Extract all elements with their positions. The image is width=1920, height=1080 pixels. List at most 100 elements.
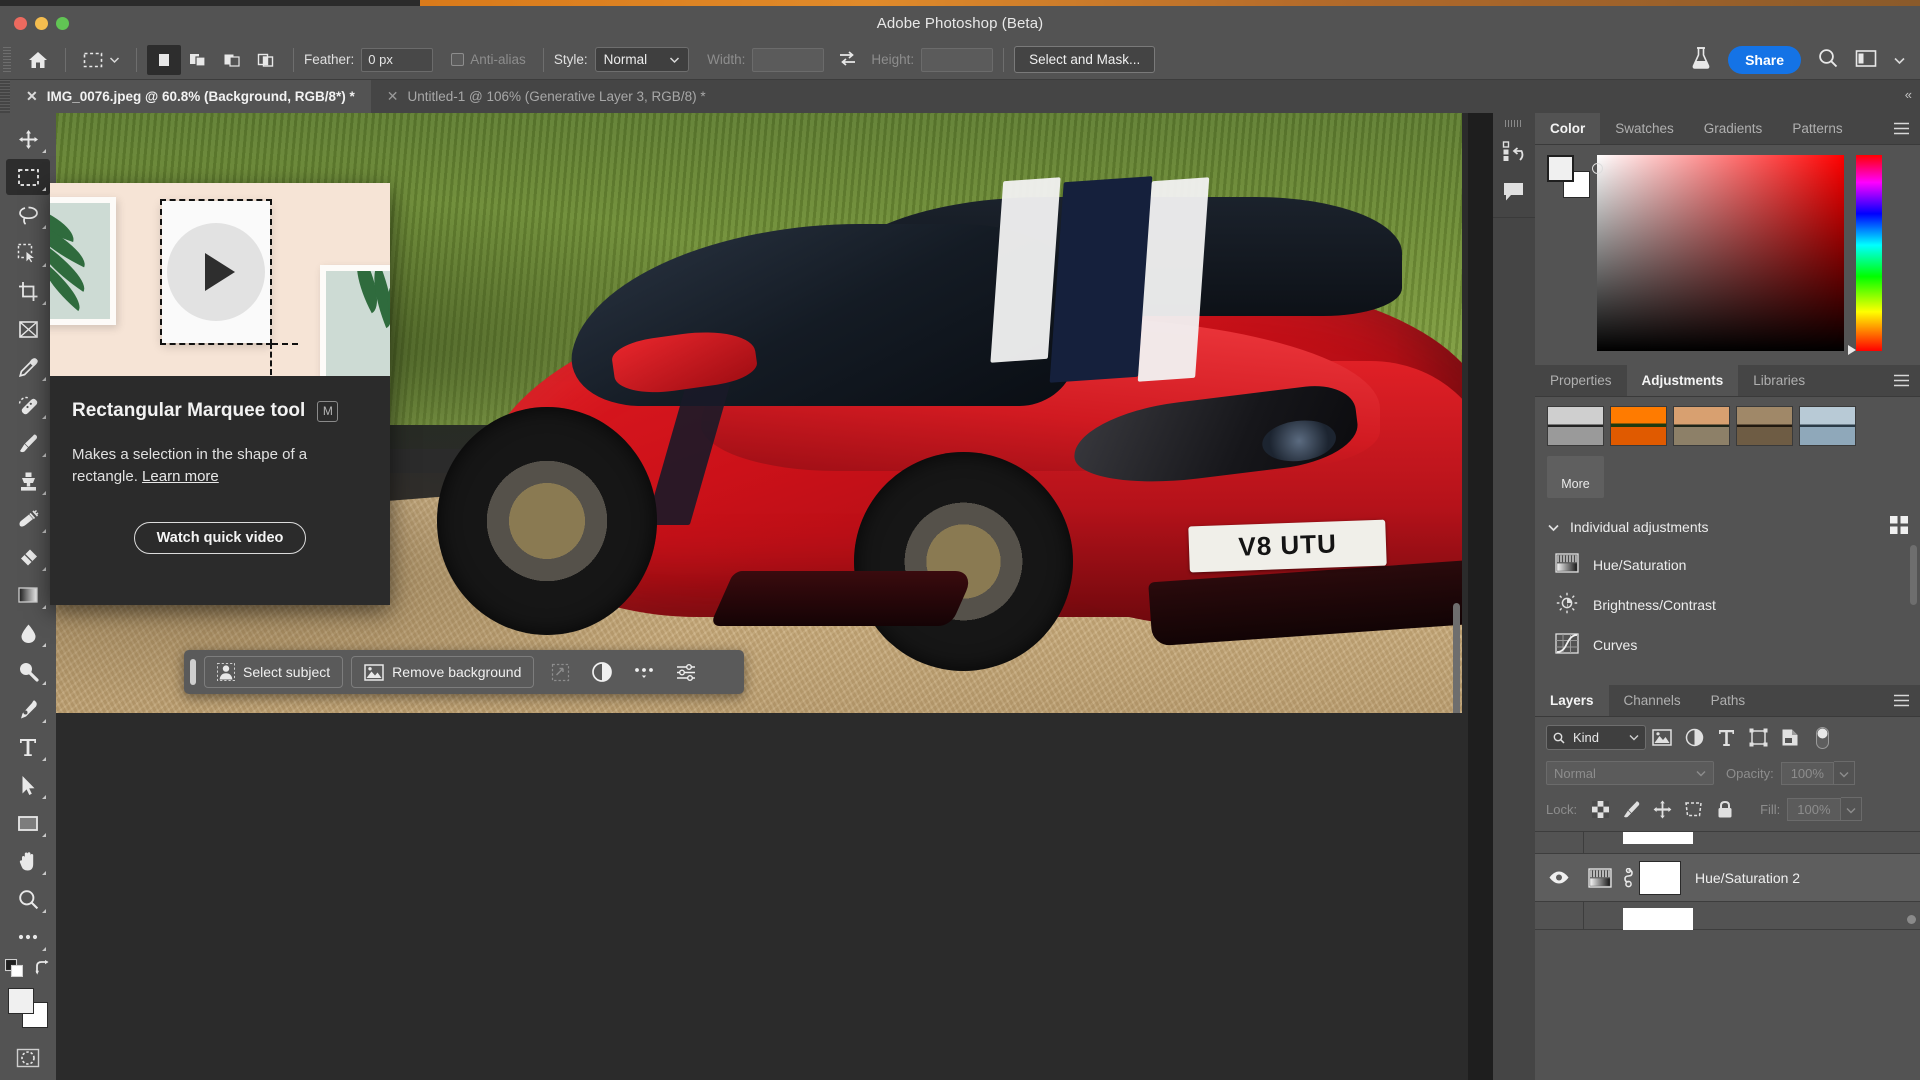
individual-adjustments-header[interactable]: Individual adjustments [1535,508,1920,545]
preset-cool-blue[interactable] [1799,406,1856,446]
tab-patterns[interactable]: Patterns [1777,113,1857,144]
adjustment-hue-saturation[interactable]: Hue/Saturation [1535,545,1920,584]
canvas-vertical-scrollbar[interactable] [1450,113,1462,713]
document-tab-untitled-1[interactable]: ✕ Untitled-1 @ 106% (Generative Layer 3,… [371,80,722,113]
chevron-down-icon[interactable] [1547,519,1560,535]
rectangular-marquee-tool[interactable] [6,159,50,195]
move-tool[interactable] [6,121,50,157]
select-and-mask-button[interactable]: Select and Mask... [1014,46,1156,73]
anti-alias-checkbox[interactable] [451,53,465,66]
style-select[interactable]: Normal [594,47,690,72]
spot-healing-brush-tool[interactable] [6,387,50,423]
preset-sepia[interactable] [1736,406,1793,446]
edit-toolbar-tool[interactable] [6,919,50,955]
active-tool-preset[interactable] [76,45,126,75]
adjustment-brightness-contrast[interactable]: Brightness/Contrast [1535,584,1920,625]
fill-value[interactable]: 100% [1787,797,1841,821]
swap-arrows-icon[interactable] [838,50,857,70]
eyedropper-tool[interactable] [6,349,50,385]
lock-transparent-pixels-icon[interactable] [1585,797,1616,821]
transform-selection-icon[interactable] [544,656,576,688]
color-picker-panel[interactable] [1535,145,1920,365]
lasso-tool[interactable] [6,197,50,233]
tab-swatches[interactable]: Swatches [1600,113,1689,144]
swap-colors-icon[interactable] [35,960,51,979]
search-icon[interactable] [1817,47,1839,72]
close-icon[interactable]: ✕ [387,88,399,105]
tab-layers[interactable]: Layers [1535,685,1609,716]
filter-shape-icon[interactable] [1742,725,1774,750]
adjustment-layer-icon[interactable] [586,656,618,688]
link-mask-icon[interactable] [1617,867,1639,888]
layer-row-partial-above[interactable] [1535,832,1920,854]
layer-name[interactable]: Hue/Saturation 2 [1695,870,1800,886]
quick-mask-icon[interactable] [6,1040,50,1076]
hand-tool[interactable] [6,843,50,879]
tab-adjustments[interactable]: Adjustments [1626,365,1739,396]
scrollbar-thumb[interactable] [1453,603,1460,713]
color-panel-swatches[interactable] [1547,155,1591,199]
tab-color[interactable]: Color [1535,113,1601,144]
crop-tool[interactable] [6,273,50,309]
share-button[interactable]: Share [1728,45,1801,74]
opacity-chevron-down-icon[interactable] [1833,761,1855,785]
filter-adjustment-icon[interactable] [1678,725,1710,750]
filter-toggle-switch[interactable] [1806,725,1838,750]
frame-tool[interactable] [6,311,50,347]
more-options-icon[interactable] [628,656,660,688]
hue-slider-marker[interactable] [1848,345,1856,355]
layer-mask-thumbnail[interactable] [1639,860,1681,895]
color-field-marker[interactable] [1592,163,1603,174]
foreground-color-swatch[interactable] [8,988,34,1014]
color-field[interactable] [1592,155,1844,351]
subtract-from-selection-button[interactable] [215,45,249,75]
filter-pixel-icon[interactable] [1646,725,1678,750]
adjustments-scrollbar-thumb[interactable] [1910,545,1917,605]
blur-tool[interactable] [6,615,50,651]
gradient-tool[interactable] [6,577,50,613]
tab-libraries[interactable]: Libraries [1738,365,1820,396]
preset-warm-sunset[interactable] [1610,406,1667,446]
width-input[interactable] [752,47,825,72]
properties-sliders-icon[interactable] [670,656,702,688]
height-input[interactable] [921,47,994,72]
tooltip-video-preview[interactable] [50,183,390,376]
hue-slider[interactable] [1848,155,1882,355]
contextual-taskbar[interactable]: Select subject Remove background [184,650,744,694]
adjustment-curves[interactable]: Curves [1535,625,1920,665]
filter-smart-object-icon[interactable] [1774,725,1806,750]
layer-filter-kind-select[interactable]: Kind [1546,725,1646,750]
grid-view-icon[interactable] [1890,516,1908,537]
panel-menu-icon[interactable] [1893,694,1910,710]
default-colors-icon[interactable] [4,958,24,980]
layer-row-partial-below[interactable] [1535,902,1920,930]
drag-handle-icon[interactable] [190,659,196,685]
object-selection-tool[interactable] [6,235,50,271]
intersect-with-selection-button[interactable] [249,45,283,75]
select-subject-button[interactable]: Select subject [204,656,344,688]
tool-tooltip-card[interactable]: Rectangular Marquee tool M Makes a selec… [50,183,390,605]
remove-background-button[interactable]: Remove background [351,656,535,688]
panel-menu-icon[interactable] [1893,122,1910,138]
home-button[interactable] [21,45,55,75]
foreground-background-color[interactable] [6,986,50,1030]
type-tool[interactable] [6,729,50,765]
history-brush-tool[interactable] [6,501,50,537]
dodge-tool[interactable] [6,653,50,689]
clone-stamp-tool[interactable] [6,463,50,499]
document-tab-img-0076[interactable]: ✕ IMG_0076.jpeg @ 60.8% (Background, RGB… [10,80,371,113]
collapse-panels-icon[interactable]: « [1905,87,1912,102]
lock-all-icon[interactable] [1709,797,1740,821]
panel-menu-icon[interactable] [1893,374,1910,390]
blend-mode-select[interactable]: Normal [1546,761,1714,785]
zoom-tool[interactable] [6,881,50,917]
eraser-tool[interactable] [6,539,50,575]
preset-black-and-white[interactable] [1547,406,1604,446]
add-to-selection-button[interactable] [181,45,215,75]
pen-tool[interactable] [6,691,50,727]
layers-scrollbar-thumb[interactable] [1907,915,1916,924]
more-presets-button[interactable]: More [1547,456,1604,498]
foreground-color-swatch[interactable] [1547,155,1574,182]
watch-quick-video-button[interactable]: Watch quick video [133,521,307,554]
brush-tool[interactable] [6,425,50,461]
